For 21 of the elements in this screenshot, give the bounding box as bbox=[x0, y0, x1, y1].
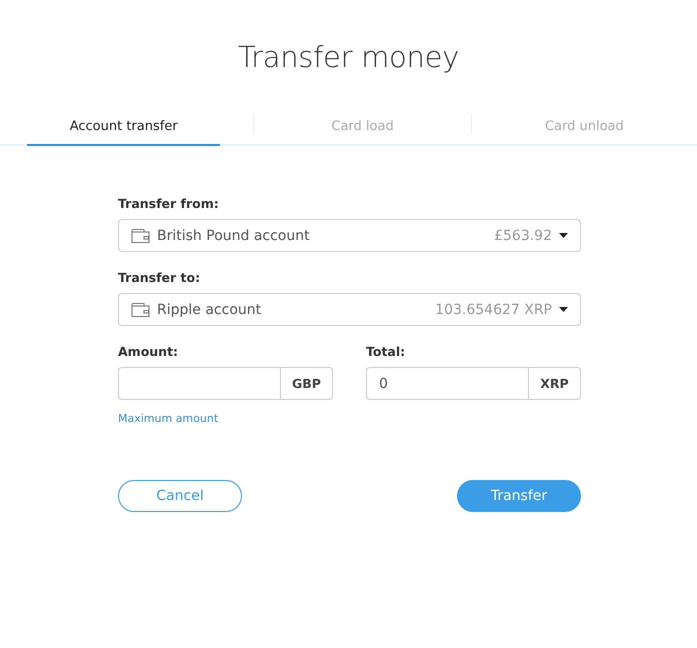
tab[interactable]: Card unload bbox=[472, 108, 697, 146]
tab[interactable]: Account transfer bbox=[27, 108, 220, 146]
currency-label: XRP bbox=[528, 367, 581, 400]
currency-label: GBP bbox=[280, 367, 333, 400]
field-label: Amount: bbox=[118, 344, 180, 359]
account-dropdown[interactable]: Ripple account 103.654627 XRP bbox=[118, 293, 581, 326]
caret-icon bbox=[559, 233, 568, 238]
field-label: Total: bbox=[366, 344, 406, 359]
page-title: Transfer money bbox=[236, 39, 460, 76]
maximum-amount-link[interactable]: Maximum amount bbox=[118, 412, 218, 425]
input-field[interactable]: 0 bbox=[366, 367, 528, 400]
input-field[interactable] bbox=[118, 367, 280, 400]
field-label: Transfer to: bbox=[118, 270, 202, 285]
account-dropdown[interactable]: British Pound account £563.92 bbox=[118, 219, 581, 252]
wallet-icon bbox=[131, 228, 150, 244]
tab[interactable]: Card load bbox=[254, 108, 471, 146]
caret-icon bbox=[559, 307, 568, 312]
field-label: Transfer from: bbox=[118, 196, 220, 211]
wallet-icon bbox=[131, 302, 150, 318]
transfer-button[interactable]: Transfer bbox=[457, 480, 581, 512]
cancel-button[interactable]: Cancel bbox=[118, 480, 242, 512]
